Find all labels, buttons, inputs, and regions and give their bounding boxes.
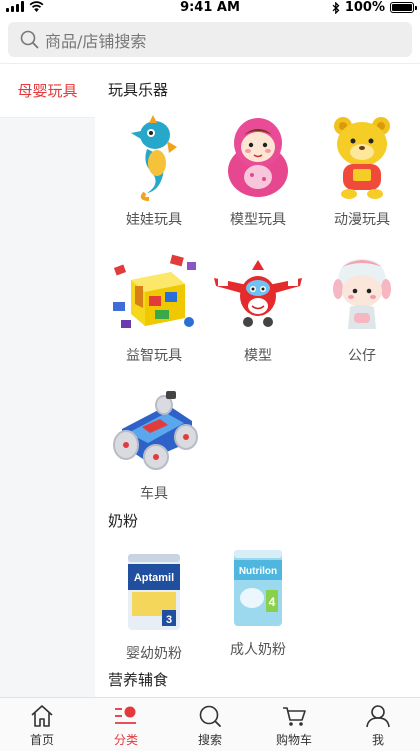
toy-airplane-image [209, 245, 307, 341]
category-content: 玩具乐器 娃娃玩具 模型玩具 动漫玩具 益智玩具 模型 公仔 车具 奶粉 Apt… [95, 65, 420, 697]
category-tile[interactable]: 公仔 [313, 245, 411, 365]
battery-icon [390, 2, 417, 13]
tab-category[interactable]: 分类 [84, 698, 168, 751]
tab-label: 搜索 [197, 733, 222, 747]
tab-label: 购物车 [275, 733, 312, 747]
search-input[interactable]: 商品/店铺搜索 [8, 22, 412, 57]
bottom-tab-bar: 首页 分类 搜索 购物车 我 [0, 697, 420, 751]
svg-text:3: 3 [166, 614, 172, 626]
search-bar-area: 商品/店铺搜索 [0, 16, 420, 64]
category-label: 模型玩具 [230, 212, 286, 228]
stunt-car-image [105, 383, 203, 479]
search-icon [20, 30, 39, 49]
category-tile[interactable]: 车具 [105, 383, 203, 503]
seahorse-toy-image [105, 109, 203, 205]
bear-toy-image [313, 109, 411, 205]
roly-poly-doll-image [209, 109, 307, 205]
sidebar-item-baby-toys[interactable]: 母婴玩具 [0, 65, 95, 118]
category-label: 公仔 [348, 348, 376, 364]
svg-text:4: 4 [269, 595, 276, 609]
building-blocks-image [105, 245, 203, 341]
tab-label: 我 [371, 733, 384, 747]
user-icon [366, 705, 390, 728]
bluetooth-icon [332, 1, 340, 14]
aptamil-can-image: Aptamil 3 [105, 543, 203, 639]
category-label: 成人奶粉 [230, 642, 286, 658]
svg-text:Aptamil: Aptamil [134, 572, 174, 584]
category-label: 益智玩具 [126, 348, 182, 364]
category-tile[interactable]: Aptamil 3 婴幼奶粉 [105, 543, 203, 663]
category-tile[interactable]: Nutrilon 4 成人奶粉 [209, 539, 307, 659]
category-tile[interactable]: 模型 [209, 245, 307, 365]
category-label: 婴幼奶粉 [126, 646, 182, 662]
svg-text:Nutrilon: Nutrilon [239, 566, 277, 577]
category-icon [115, 706, 136, 724]
tab-label: 分类 [113, 733, 138, 747]
section-title-toys: 玩具乐器 [108, 81, 169, 99]
tab-me[interactable]: 我 [336, 698, 420, 751]
home-icon [31, 705, 53, 727]
battery-percent: 100% [344, 0, 385, 15]
section-title-milk-powder: 奶粉 [108, 512, 139, 530]
category-sidebar: 母婴玩具 [0, 65, 95, 697]
category-label: 娃娃玩具 [126, 212, 182, 228]
section-title-nutrition: 营养辅食 [108, 671, 169, 689]
status-bar: 9:41 AM 100% [0, 0, 420, 16]
tab-label: 首页 [29, 733, 54, 747]
tab-cart[interactable]: 购物车 [252, 698, 336, 751]
tab-home[interactable]: 首页 [0, 698, 84, 751]
search-icon [199, 705, 221, 727]
category-label: 车具 [140, 486, 168, 502]
nutrilon-can-image: Nutrilon 4 [209, 539, 307, 635]
sidebar-item-label: 母婴玩具 [17, 82, 78, 100]
cart-icon [283, 707, 306, 726]
category-label: 模型 [244, 348, 272, 364]
search-placeholder: 商品/店铺搜索 [45, 31, 147, 51]
status-bar-right: 100% [332, 0, 417, 15]
category-tile[interactable]: 动漫玩具 [313, 109, 411, 229]
category-tile[interactable]: 益智玩具 [105, 245, 203, 365]
category-tile[interactable]: 模型玩具 [209, 109, 307, 229]
category-tile[interactable]: 娃娃玩具 [105, 109, 203, 229]
tab-search[interactable]: 搜索 [168, 698, 252, 751]
category-label: 动漫玩具 [334, 212, 390, 228]
figure-doll-image [313, 245, 411, 341]
